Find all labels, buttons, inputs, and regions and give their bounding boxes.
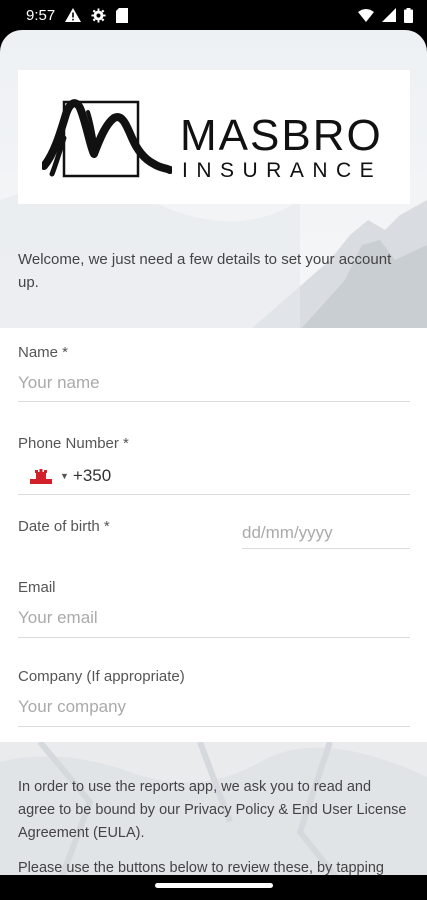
company-field: Company (If appropriate) <box>18 668 410 727</box>
phone-field: Phone Number * ▼ +350 <box>18 435 410 495</box>
email-input[interactable] <box>18 608 410 628</box>
company-label: Company (If appropriate) <box>18 668 185 685</box>
gibraltar-flag-icon[interactable] <box>30 468 52 484</box>
warning-icon <box>65 8 82 22</box>
signup-form: Name * Phone Number * ▼ +350 Date of bir… <box>0 328 427 742</box>
battery-icon <box>404 7 413 23</box>
masbro-logo-icon <box>42 99 172 178</box>
email-field: Email <box>18 579 410 638</box>
welcome-text: Welcome, we just need a few details to s… <box>18 251 392 291</box>
phone-label: Phone Number * <box>18 435 129 452</box>
name-input[interactable] <box>18 373 410 393</box>
wifi-icon <box>358 8 374 22</box>
company-input[interactable] <box>18 697 410 717</box>
app-screen: MASBRO INSURANCE Welcome, we just need a… <box>0 30 427 875</box>
country-dropdown-caret-icon[interactable]: ▼ <box>60 471 69 481</box>
logo-card: MASBRO INSURANCE <box>18 70 410 204</box>
brand-name: MASBRO <box>180 111 383 160</box>
gear-icon <box>91 7 106 23</box>
sim-card-icon <box>116 7 129 23</box>
home-gesture-handle[interactable] <box>155 883 273 888</box>
terms-paragraph: In order to use the reports app, we ask … <box>18 779 407 841</box>
name-label: Name * <box>18 344 69 361</box>
status-bar: 9:57 <box>0 0 427 30</box>
dob-input[interactable] <box>242 517 410 549</box>
terms-section: In order to use the reports app, we ask … <box>18 776 410 875</box>
brand-subtitle: INSURANCE <box>182 159 383 182</box>
email-label: Email <box>18 579 56 596</box>
navigation-bar <box>0 875 427 900</box>
terms-instructions: Please use the buttons below to review t… <box>18 860 384 875</box>
name-field: Name * <box>18 344 410 402</box>
dob-label: Date of birth * <box>18 518 110 535</box>
signal-icon <box>382 8 396 22</box>
dial-code[interactable]: +350 <box>73 466 111 486</box>
status-time: 9:57 <box>26 6 56 24</box>
